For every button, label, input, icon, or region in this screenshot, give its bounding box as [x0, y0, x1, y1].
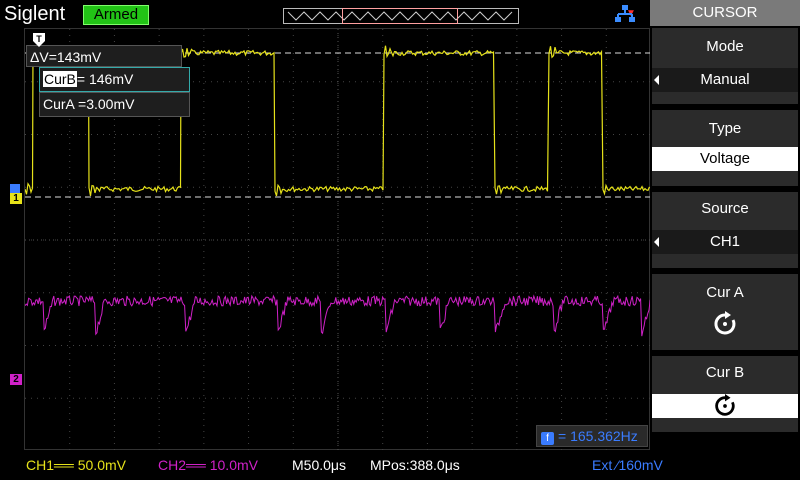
- left-arrow-icon: [654, 237, 659, 247]
- mode-label: Mode: [706, 38, 744, 55]
- rotate-knob-icon: [715, 394, 735, 416]
- type-option[interactable]: Type Voltage: [652, 110, 798, 186]
- top-bar: Siglent Armed ▼: [0, 0, 650, 28]
- source-value[interactable]: CH1: [652, 230, 798, 254]
- memory-window: [342, 8, 458, 24]
- memory-position[interactable]: MPos:388.0μs: [370, 457, 460, 473]
- frequency-icon: f: [541, 432, 554, 445]
- delta-v-readout: ΔV=143mV: [26, 45, 182, 67]
- left-arrow-icon: [654, 75, 659, 85]
- ch1-marker[interactable]: 1: [10, 193, 22, 204]
- ch2-trace: [25, 294, 651, 337]
- trigger-level-marker: [10, 184, 20, 193]
- ch2-scale[interactable]: CH2══ 10.0mV: [158, 457, 258, 473]
- brand-logo: Siglent: [4, 3, 66, 25]
- menu-title: CURSOR: [650, 0, 800, 26]
- memory-map: ▼: [283, 8, 636, 24]
- cur-b-selected[interactable]: [652, 394, 798, 418]
- cur-b-option[interactable]: Cur B: [652, 356, 798, 432]
- mode-value[interactable]: Manual: [652, 68, 798, 92]
- curb-label: CurB: [43, 71, 77, 87]
- frequency-counter: f = 165.362Hz: [536, 425, 648, 447]
- source-option[interactable]: Source CH1: [652, 192, 798, 268]
- mode-option[interactable]: Mode Manual: [652, 28, 798, 104]
- source-label: Source: [701, 200, 749, 217]
- ch2-marker[interactable]: 2: [10, 374, 22, 385]
- type-label: Type: [708, 120, 742, 137]
- trigger-setting[interactable]: Ext ⁄160mV: [592, 457, 663, 473]
- trigger-status-badge: Armed: [83, 5, 149, 25]
- network-icon: [615, 5, 635, 22]
- cur-a-label: Cur A: [706, 284, 744, 301]
- cur-a-option[interactable]: Cur A: [652, 274, 798, 350]
- trigger-marker-label: T: [36, 34, 42, 44]
- cura-readout: CurA =3.00mV: [39, 92, 190, 117]
- frequency-value: = 165.362Hz: [558, 428, 638, 444]
- curb-readout: CurB= 146mV: [39, 67, 190, 92]
- curb-value: = 146mV: [76, 71, 134, 87]
- cur-b-label: Cur B: [705, 364, 745, 381]
- cursor-menu: CURSOR Mode Manual Type Voltage Source C…: [650, 0, 800, 480]
- ch1-scale[interactable]: CH1══ 50.0mV: [26, 457, 126, 473]
- waveform-display[interactable]: ΔV=143mV CurB= 146mV CurA =3.00mV f = 165…: [24, 28, 651, 451]
- timebase[interactable]: M50.0μs: [292, 457, 346, 473]
- status-bar: CH1══ 50.0mV CH2══ 10.0mV M50.0μs MPos:3…: [0, 450, 800, 480]
- rotate-knob-icon: [714, 311, 736, 335]
- type-value[interactable]: Voltage: [652, 147, 798, 171]
